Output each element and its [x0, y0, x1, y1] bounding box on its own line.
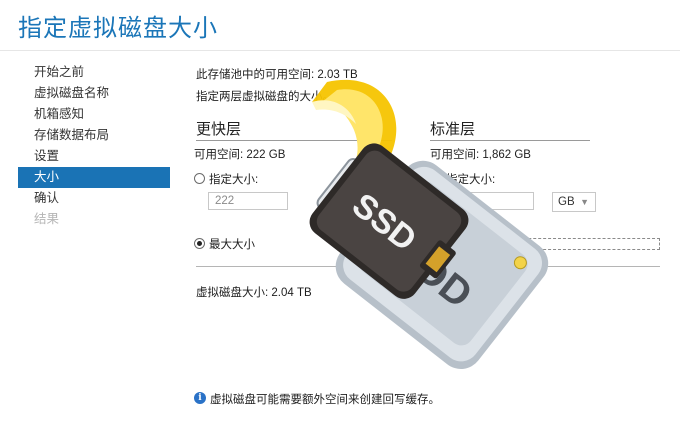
nav-item-before-you-begin[interactable]: 开始之前 [18, 62, 170, 83]
nav-item-confirmation[interactable]: 确认 [18, 188, 170, 209]
nav-item-virtual-disk-name[interactable]: 虚拟磁盘名称 [18, 83, 170, 104]
nav-item-results: 结果 [34, 212, 60, 226]
specify-size-radio[interactable] [194, 173, 205, 184]
nav-item-size[interactable]: 大小 [18, 167, 170, 188]
wizard-steps-nav: 开始之前 虚拟磁盘名称 机箱感知 存储数据布局 设置 大小 确认 结果 [18, 62, 170, 230]
page-title: 指定虚拟磁盘大小 [18, 15, 218, 42]
nav-item-enclosure-awareness[interactable]: 机箱感知 [18, 104, 170, 125]
info-icon: i [194, 392, 206, 404]
nav-item-storage-layout[interactable]: 存储数据布局 [18, 125, 170, 146]
max-size-radio[interactable] [194, 238, 205, 249]
nav-item-settings[interactable]: 设置 [18, 146, 170, 167]
drives-illustration: HDD SSD [309, 79, 549, 369]
